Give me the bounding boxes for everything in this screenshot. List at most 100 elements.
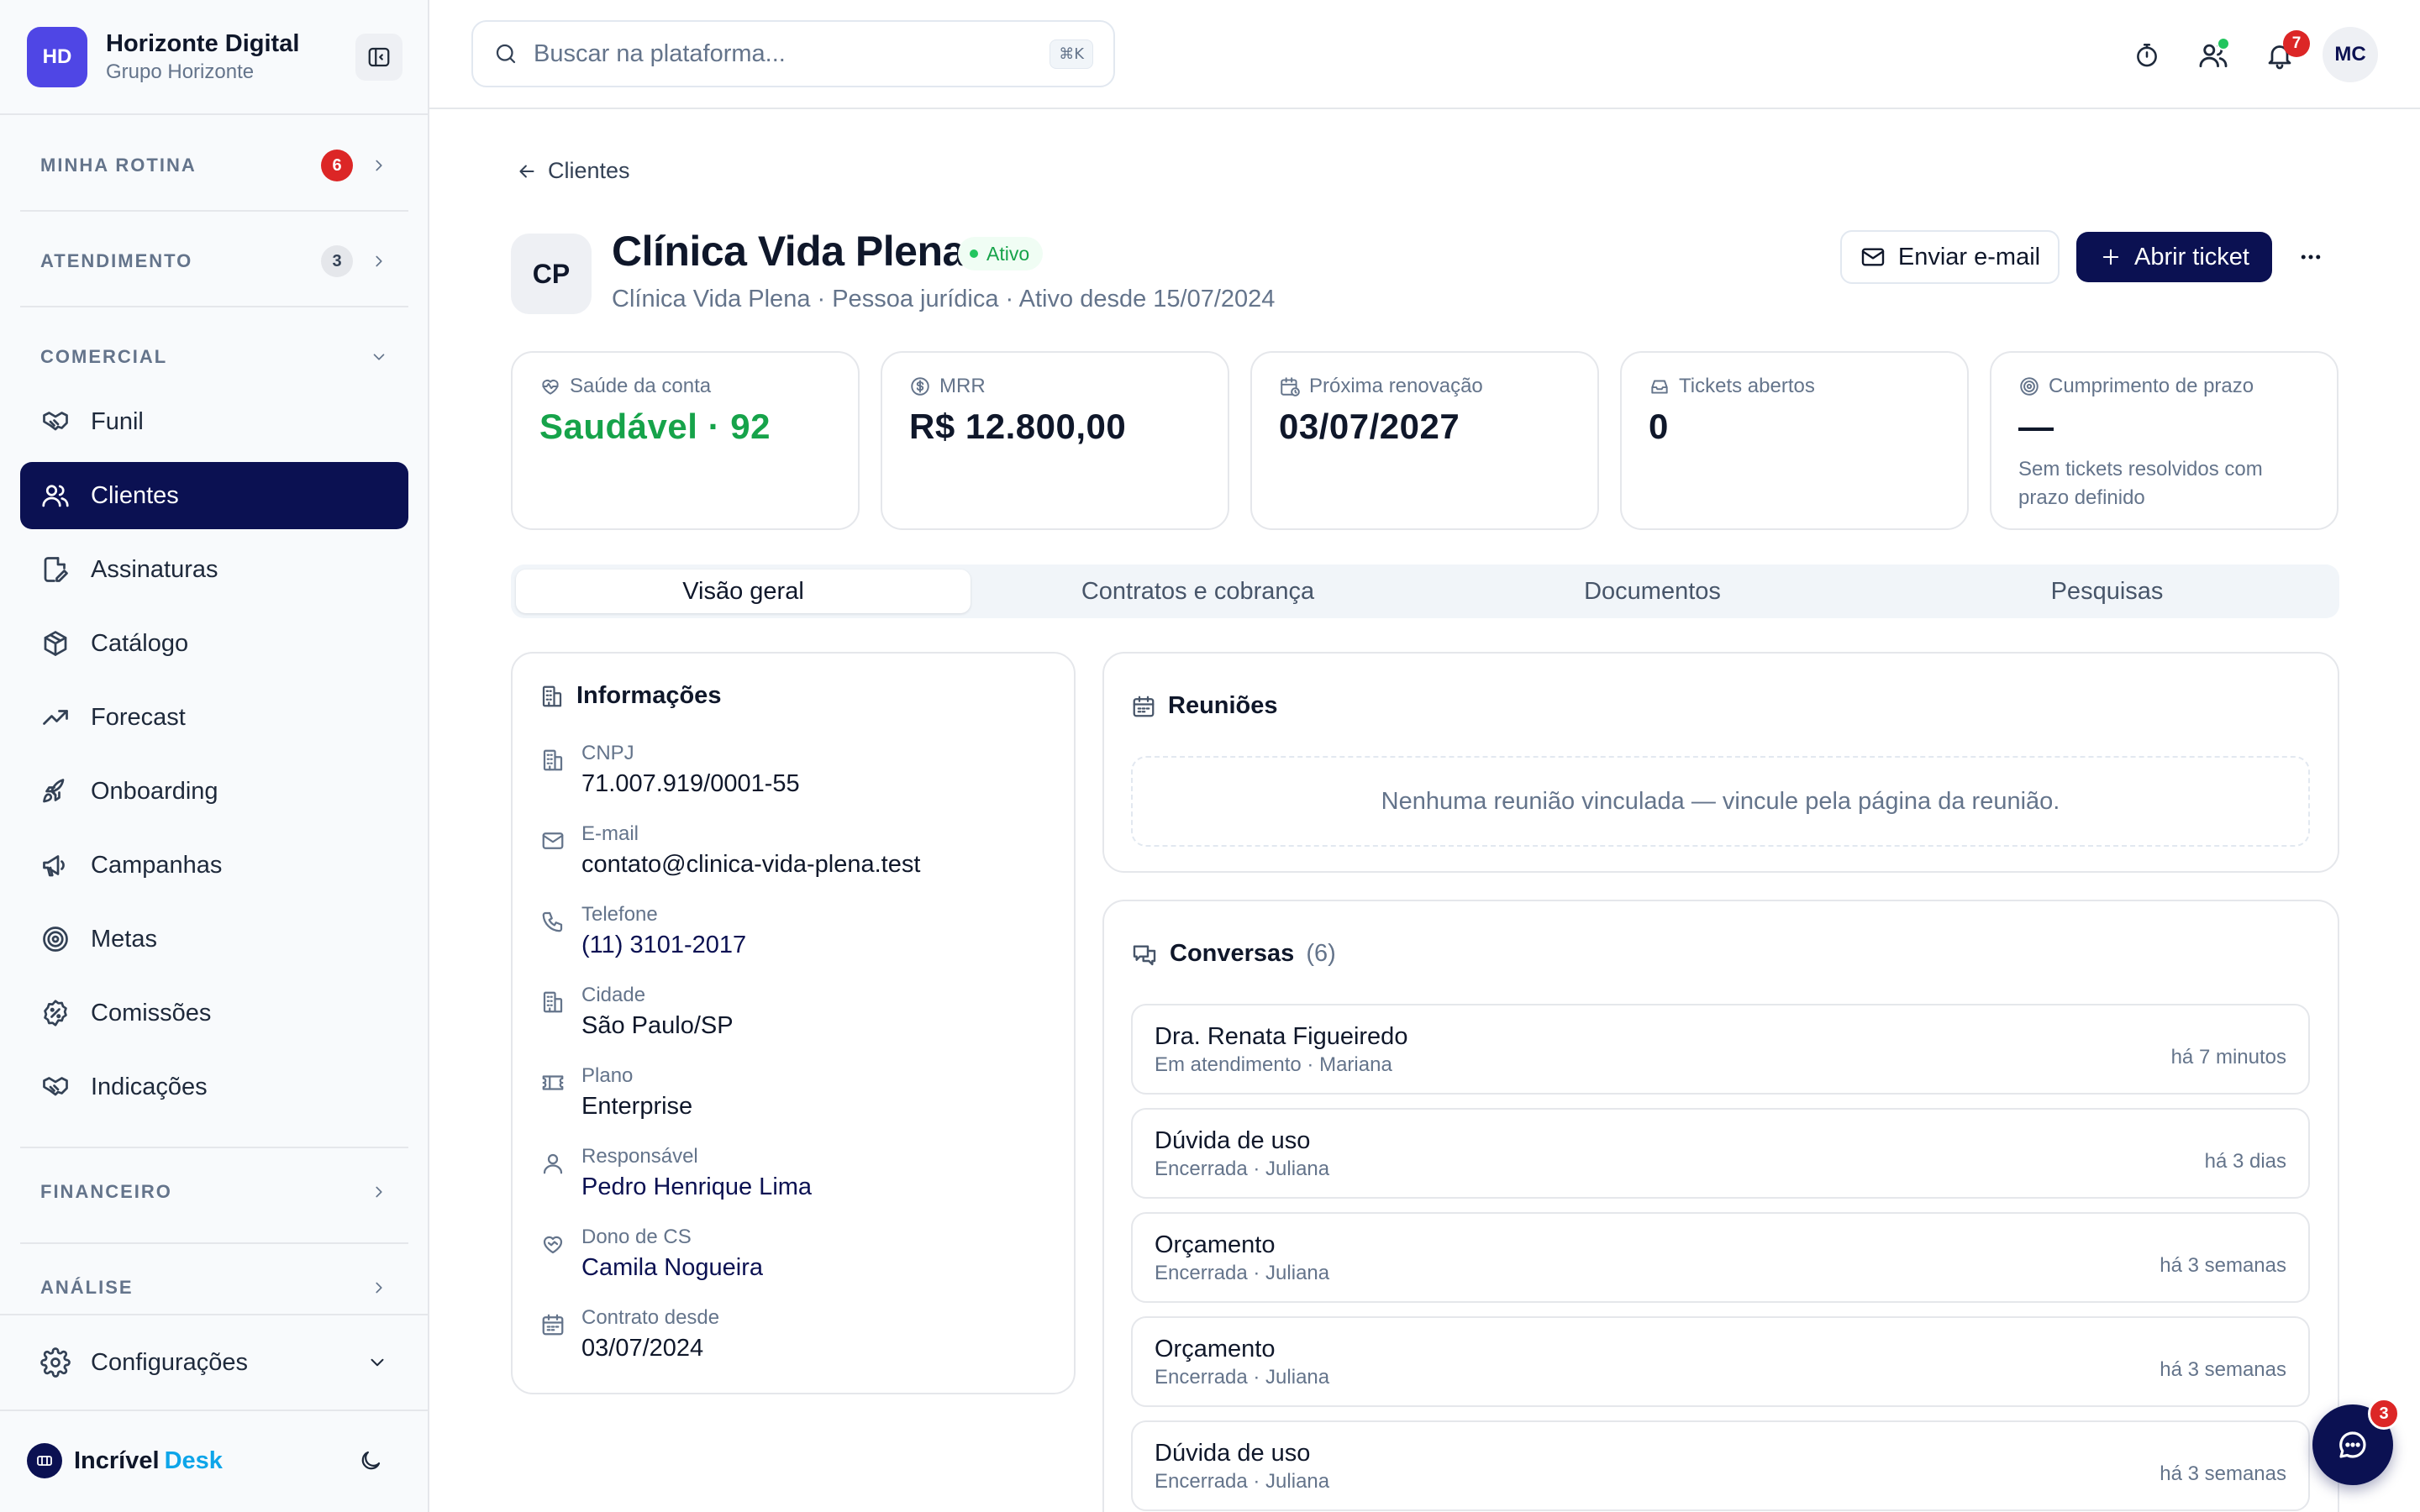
info-value: 71.007.919/0001-55 xyxy=(581,770,800,797)
sidebar-item-indicacoes[interactable]: Indicações xyxy=(20,1053,408,1121)
count-badge: 6 xyxy=(321,150,353,181)
workspace-switcher[interactable]: HD Horizonte Digital Grupo Horizonte xyxy=(27,25,402,89)
kpi-next-renewal: Próxima renovação 03/07/2027 xyxy=(1250,351,1599,530)
tab-contratos-cobranca[interactable]: Contratos e cobrança xyxy=(971,570,1425,613)
sidebar-item-clientes[interactable]: Clientes xyxy=(20,462,408,529)
phone-link[interactable]: (11) 3101-2017 xyxy=(581,929,746,961)
sidebar-item-label: Onboarding xyxy=(91,777,218,805)
rocket-icon xyxy=(43,779,65,803)
sidebar-item-metas[interactable]: Metas xyxy=(20,906,408,973)
sidebar-item-label: Clientes xyxy=(91,481,179,509)
info-label: Contrato desde xyxy=(581,1306,720,1329)
info-row-dono-cs: Dono de CS Camila Nogueira xyxy=(539,1225,763,1284)
section-financeiro[interactable]: FINANCEIRO xyxy=(20,1165,408,1219)
megaphone-icon xyxy=(43,855,65,877)
chat-bubble-icon xyxy=(2339,1431,2366,1458)
conversation-item[interactable]: Dra. Renata Figueiredo Em atendimento · M… xyxy=(1131,1004,2310,1095)
divider xyxy=(0,113,429,115)
user-icon xyxy=(543,1153,563,1174)
timer-button[interactable] xyxy=(2125,34,2169,77)
conversation-item[interactable]: Dúvida de uso Encerrada · Juliana há 3 di… xyxy=(1131,1108,2310,1199)
kpi-label: Próxima renovação xyxy=(1309,375,1483,397)
more-actions-button[interactable] xyxy=(2292,240,2329,274)
tab-documentos[interactable]: Documentos xyxy=(1425,570,1880,613)
sidebar-item-campanhas[interactable]: Campanhas xyxy=(20,832,408,899)
sidebar-item-assinaturas[interactable]: Assinaturas xyxy=(20,536,408,603)
divider xyxy=(20,1242,408,1244)
workspace-group: Grupo Horizonte xyxy=(106,60,255,83)
card-title: Conversas xyxy=(1170,940,1295,967)
file-signature-icon xyxy=(44,557,68,582)
sidebar-item-label: Metas xyxy=(91,925,157,953)
info-value: São Paulo/SP xyxy=(581,1012,734,1039)
users-icon xyxy=(42,485,69,507)
section-atendimento[interactable]: ATENDIMENTO 3 xyxy=(20,234,408,288)
info-label: CNPJ xyxy=(581,742,634,764)
info-label: Dono de CS xyxy=(581,1226,692,1248)
sidebar-item-label: Catálogo xyxy=(91,629,189,657)
back-to-clientes-link[interactable]: Clientes xyxy=(516,158,630,184)
user-avatar[interactable]: MC xyxy=(2323,27,2378,82)
sidebar-item-catalogo[interactable]: Catálogo xyxy=(20,610,408,677)
theme-toggle-button[interactable] xyxy=(353,1443,388,1478)
conversation-status: Encerrada · Juliana xyxy=(1155,1158,1330,1180)
divider xyxy=(0,1410,429,1411)
plus-icon xyxy=(2102,249,2119,265)
dono-cs-link[interactable]: Camila Nogueira xyxy=(581,1252,763,1284)
kpi-value: 03/07/2027 xyxy=(1279,407,1460,446)
sidebar-item-comissoes[interactable]: Comissões xyxy=(20,979,408,1047)
send-email-button[interactable]: Enviar e-mail xyxy=(1840,230,2060,284)
conversation-item[interactable]: Orçamento Encerrada · Juliana há 3 semana… xyxy=(1131,1212,2310,1303)
kpi-mrr: MRR R$ 12.800,00 xyxy=(881,351,1229,530)
search-box[interactable]: ⌘K xyxy=(471,20,1115,87)
notifications-button[interactable]: 7 xyxy=(2258,30,2310,77)
conversation-title: Dúvida de uso xyxy=(1155,1127,1311,1154)
card-title: Informações xyxy=(576,682,722,709)
sidebar-item-forecast[interactable]: Forecast xyxy=(20,684,408,751)
status-dot xyxy=(970,249,978,258)
section-comercial[interactable]: COMERCIAL xyxy=(20,330,408,384)
info-row-contrato: Contrato desde 03/07/2024 xyxy=(539,1305,719,1364)
meetings-card-header: Reuniões xyxy=(1131,692,1278,720)
inbox-icon xyxy=(1651,380,1668,394)
conversations-card: Conversas (6) Dra. Renata Figueiredo Em a… xyxy=(1102,900,2339,1512)
team-presence-button[interactable] xyxy=(2191,34,2235,77)
divider xyxy=(20,1147,408,1148)
kpi-open-tickets: Tickets abertos 0 xyxy=(1620,351,1969,530)
sidebar-item-label: Forecast xyxy=(91,703,186,731)
client-meta: Clínica Vida Plena · Pessoa jurídica · A… xyxy=(612,286,1276,312)
arrow-left-icon xyxy=(519,165,534,177)
tab-visao-geral[interactable]: Visão geral xyxy=(516,570,971,613)
shortcut-hint: ⌘K xyxy=(1050,39,1093,69)
conversation-time: há 3 semanas xyxy=(2160,1358,2286,1381)
gear-icon xyxy=(40,1347,71,1378)
conversation-title: Orçamento xyxy=(1155,1231,1276,1258)
heart-pulse-icon xyxy=(542,380,559,395)
responsavel-link[interactable]: Pedro Henrique Lima xyxy=(581,1171,812,1203)
sidebar-item-funil[interactable]: Funil xyxy=(20,388,408,455)
calendar-icon xyxy=(1133,696,1155,717)
kpi-label: Saúde da conta xyxy=(570,375,712,397)
section-minha-rotina[interactable]: MINHA ROTINA 6 xyxy=(20,139,408,192)
section-label: COMERCIAL xyxy=(40,346,168,367)
sidebar-item-label: Configurações xyxy=(91,1348,248,1376)
info-label: Cidade xyxy=(581,984,646,1006)
conversation-item[interactable]: Dúvida de uso Encerrada · Juliana há 3 se… xyxy=(1131,1420,2310,1511)
top-bar: ⌘K 7 MC xyxy=(429,0,2420,109)
section-label: ANÁLISE xyxy=(40,1277,134,1298)
conversation-item[interactable]: Orçamento Encerrada · Juliana há 3 semana… xyxy=(1131,1316,2310,1407)
chevron-down-icon xyxy=(371,1358,384,1367)
mail-icon xyxy=(542,832,564,849)
sidebar-item-configuracoes[interactable]: Configurações xyxy=(20,1329,408,1396)
info-card-header: Informações xyxy=(539,682,721,710)
sidebar-collapse-button[interactable] xyxy=(355,34,402,81)
section-analise[interactable]: ANÁLISE xyxy=(20,1261,408,1315)
sidebar-item-onboarding[interactable]: Onboarding xyxy=(20,758,408,825)
dollar-circle-icon xyxy=(911,377,929,396)
tab-list: Visão geral Contratos e cobrança Documen… xyxy=(511,564,2339,618)
search-input[interactable] xyxy=(534,39,1050,68)
info-value: contato@clinica-vida-plena.test xyxy=(581,851,921,878)
open-ticket-button[interactable]: Abrir ticket xyxy=(2076,232,2272,282)
divider xyxy=(0,1314,429,1315)
tab-pesquisas[interactable]: Pesquisas xyxy=(1880,570,2334,613)
